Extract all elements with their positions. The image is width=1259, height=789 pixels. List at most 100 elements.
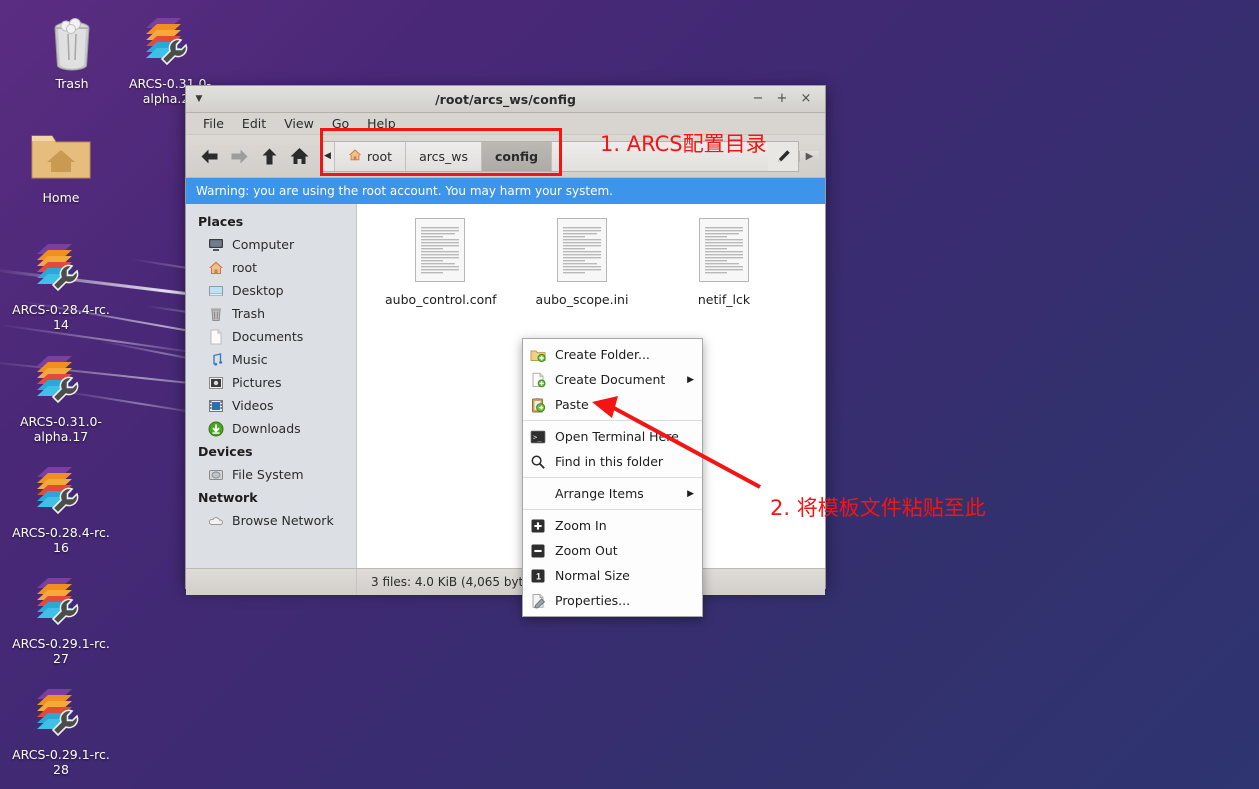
home-icon[interactable] [284,141,314,171]
context-menu-item-label: Find in this folder [555,454,664,469]
sidebar: Places Computer root Desktop Trash Documents M… [186,204,357,568]
desktop-icon-label: ARCS-0.29.1-rc. 28 [12,747,110,777]
new-folder-icon [529,346,547,364]
context-menu-item-find-in-this-folder[interactable]: Find in this folder [523,449,702,474]
submenu-arrow-icon: ▶ [687,488,694,499]
sidebar-item-label: Videos [232,398,274,413]
annotation-step1-text: 1. ARCS配置目录 [600,132,767,156]
sidebar-item-computer[interactable]: Computer [186,233,356,256]
sidebar-item-documents[interactable]: Documents [186,325,356,348]
context-menu-item-paste[interactable]: Paste [523,392,702,417]
context-menu-item-properties[interactable]: Properties... [523,588,702,613]
minimize-button[interactable]: − [751,92,765,106]
menu-edit[interactable]: Edit [233,114,275,133]
sidebar-item-label: Trash [232,306,266,321]
network-cloud-icon [208,513,224,529]
computer-icon [208,237,224,253]
arcs-app-icon [7,240,115,298]
video-icon [208,398,224,414]
zoom-in-icon [529,517,547,535]
sidebar-item-label: Documents [232,329,304,344]
desktop-icon-trash[interactable]: Trash [18,14,126,91]
sidebar-item-file-system[interactable]: File System [186,463,356,486]
desktop-icon-arcs-0-28-4-rc-14[interactable]: ARCS-0.28.4-rc. 14 [7,240,115,332]
sidebar-item-desktop[interactable]: Desktop [186,279,356,302]
desktop-icon-arcs-0-28-4-rc-16[interactable]: ARCS-0.28.4-rc. 16 [7,463,115,555]
desktop-icon-label: Home [42,190,80,205]
sidebar-item-pictures[interactable]: Pictures [186,371,356,394]
submenu-arrow-icon: ▶ [687,374,694,385]
statusbar: 3 files: 4.0 KiB (4,065 bytes) [186,568,825,595]
sidebar-item-label: Downloads [232,421,301,436]
warning-text: Warning: you are using the root account.… [196,184,613,198]
sidebar-item-videos[interactable]: Videos [186,394,356,417]
window-controls: − + × [751,92,825,106]
svg-text:>_: >_ [533,433,542,441]
status-text: 3 files: 4.0 KiB (4,065 bytes) [371,575,542,589]
text-file-icon [557,218,607,286]
desktop-icon-label: ARCS-0.31.0- alpha.17 [19,414,103,444]
downloads-icon [208,421,224,437]
properties-icon [529,592,547,610]
context-menu-item-label: Properties... [555,593,631,608]
sidebar-item-root[interactable]: root [186,256,356,279]
window-titlebar[interactable]: ▼ /root/arcs_ws/config − + × [186,86,825,113]
text-file-icon [699,218,749,286]
sidebar-item-music[interactable]: Music [186,348,356,371]
desktop-icon-home[interactable]: Home [7,128,115,205]
context-menu-item-label: Paste [555,397,589,412]
window-title: /root/arcs_ws/config [435,91,576,107]
desktop-icon-arcs-0-29-1-rc-28[interactable]: ARCS-0.29.1-rc. 28 [7,685,115,777]
arcs-app-icon [7,463,115,521]
context-menu-item-label: Zoom In [555,518,607,533]
arcs-app-icon [7,352,115,410]
search-icon [529,453,547,471]
context-menu-item-label: Normal Size [555,568,630,583]
context-menu-item-label: Zoom Out [555,543,618,558]
context-menu-item-normal-size[interactable]: 1 Normal Size [523,563,702,588]
maximize-button[interactable]: + [775,92,789,106]
annotation-rect-breadcrumb [320,128,562,176]
file-name: aubo_scope.ini [535,292,629,307]
menu-view[interactable]: View [275,114,323,133]
context-menu-item-zoom-out[interactable]: Zoom Out [523,538,702,563]
file-item[interactable]: aubo_control.conf [385,218,497,307]
menu-file[interactable]: File [194,114,233,133]
sidebar-item-label: Computer [232,237,295,252]
back-arrow-icon[interactable] [194,141,224,171]
context-menu-item-label: Create Folder... [555,347,650,362]
home-icon [208,260,224,276]
arcs-app-icon [116,14,224,72]
sidebar-group-places: Places [198,214,244,229]
statusbar-sidebar-spacer [186,569,357,595]
context-menu-item-arrange-items[interactable]: Arrange Items ▶ [523,481,702,506]
new-document-icon [529,371,547,389]
breadcrumb-scroll-right-icon[interactable]: ▶ [799,150,819,162]
music-note-icon [208,352,224,368]
desktop-icon-label: ARCS-0.28.4-rc. 14 [12,302,110,332]
file-item[interactable]: aubo_scope.ini [527,218,637,307]
trash-icon [18,14,126,72]
forward-arrow-icon[interactable] [224,141,254,171]
context-menu-item-zoom-in[interactable]: Zoom In [523,513,702,538]
context-menu[interactable]: Create Folder... Create Document ▶ Paste >_ O… [522,338,703,617]
pictures-icon [208,375,224,391]
context-menu-item-create-document[interactable]: Create Document ▶ [523,367,702,392]
desktop-icon [208,283,224,299]
pencil-icon[interactable] [768,142,798,171]
sidebar-item-downloads[interactable]: Downloads [186,417,356,440]
desktop-icon-arcs-0-31-0-alpha-17[interactable]: ARCS-0.31.0- alpha.17 [7,352,115,444]
sidebar-item-label: root [232,260,258,275]
context-menu-item-label: Arrange Items [555,486,644,501]
close-button[interactable]: × [799,92,813,106]
context-menu-item-create-folder[interactable]: Create Folder... [523,342,702,367]
sidebar-item-browse-network[interactable]: Browse Network [186,509,356,532]
text-file-icon [415,218,465,286]
file-item[interactable]: netif_lck [669,218,779,307]
window-menu-arrow-icon[interactable]: ▼ [186,94,212,104]
up-arrow-icon[interactable] [254,141,284,171]
desktop-icon-arcs-0-29-1-rc-27[interactable]: ARCS-0.29.1-rc. 27 [7,574,115,666]
sidebar-item-trash[interactable]: Trash [186,302,356,325]
sidebar-item-label: Browse Network [232,513,334,528]
context-menu-item-open-terminal-here[interactable]: >_ Open Terminal Here [523,424,702,449]
